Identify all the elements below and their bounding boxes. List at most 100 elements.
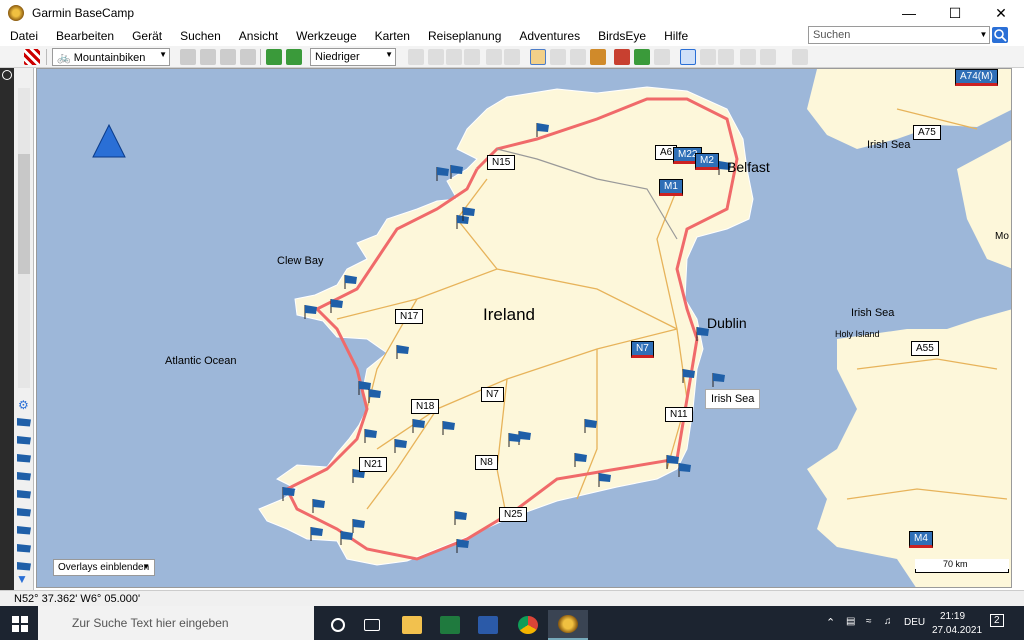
sidebar-waypoint-flag-icon[interactable] (17, 436, 31, 445)
windows-start-icon[interactable] (12, 616, 28, 632)
percent-view-icon[interactable] (718, 49, 734, 65)
rocket-icon[interactable] (792, 49, 808, 65)
label-mo: Mo (995, 231, 1009, 242)
tray-date[interactable]: 27.04.2021 (932, 625, 982, 636)
send-to-device-icon[interactable] (286, 49, 302, 65)
sidebar-scroll-thumb[interactable] (18, 154, 30, 274)
menu-bearbeiten[interactable]: Bearbeiten (46, 29, 122, 43)
activity-profile-select[interactable]: 🚲 Mountainbiken ▼ (52, 48, 170, 66)
insert-point-icon[interactable] (654, 49, 670, 65)
library-sidebar: ⚙ ▼ (14, 68, 34, 592)
tray-network-icon[interactable]: ▤ (846, 616, 855, 627)
sidebar-waypoint-flag-icon[interactable] (17, 490, 31, 499)
sidebar-waypoint-flag-icon[interactable] (17, 544, 31, 553)
road-shield-n15: N15 (487, 155, 516, 170)
hand-tool-icon[interactable] (530, 49, 546, 65)
menu-hilfe[interactable]: Hilfe (654, 29, 696, 43)
overlays-toggle-select[interactable]: Overlays einblenden ▼ (53, 559, 155, 576)
word-icon[interactable] (468, 610, 508, 640)
search-icon[interactable] (992, 27, 1008, 43)
minimize-button[interactable]: — (886, 0, 932, 26)
tray-time[interactable]: 21:19 (940, 611, 965, 622)
road-shield-n18: N18 (411, 399, 440, 414)
delete-icon[interactable] (464, 49, 480, 65)
sidebar-waypoint-flag-icon[interactable] (17, 526, 31, 535)
map-view-icon[interactable] (680, 49, 696, 65)
tray-wifi-icon[interactable]: ≈ (866, 616, 872, 627)
menu-werkzeuge[interactable]: Werkzeuge (286, 29, 364, 43)
road-shield-m2: M2 (695, 153, 719, 170)
waypoint-tool-icon[interactable] (180, 49, 196, 65)
3d-view-icon[interactable] (700, 49, 716, 65)
separator (46, 49, 47, 65)
menu-adventures[interactable]: Adventures (509, 29, 588, 43)
label-dublin: Dublin (707, 315, 747, 331)
road-shield-n21: N21 (359, 457, 388, 472)
map-scale: 70 km (915, 559, 1009, 573)
select-tool-icon[interactable] (570, 49, 586, 65)
taskbar-search-input[interactable]: Zur Suche Text hier eingeben (38, 606, 314, 640)
scale-label: 70 km (943, 559, 968, 569)
zoom-tool-icon[interactable] (550, 49, 566, 65)
menu-geraet[interactable]: Gerät (122, 29, 170, 43)
road-shield-n8: N8 (475, 455, 498, 470)
area-tool-icon[interactable] (200, 49, 216, 65)
tray-volume-icon[interactable]: ♫ (884, 616, 892, 627)
menu-birdseye[interactable]: BirdsEye (588, 29, 654, 43)
receive-from-device-icon[interactable] (266, 49, 282, 65)
ruler-tool-icon[interactable] (590, 49, 606, 65)
menu-reiseplanung[interactable]: Reiseplanung (418, 29, 509, 43)
grid-view-icon[interactable] (740, 49, 756, 65)
tray-chevron-icon[interactable]: ⌃ (826, 616, 835, 629)
notification-icon[interactable]: 2 (990, 614, 1004, 627)
overlays-label: Overlays einblenden (58, 562, 150, 573)
sidebar-waypoint-flag-icon[interactable] (17, 562, 31, 571)
label-ireland: Ireland (483, 305, 535, 324)
join-track-icon[interactable] (634, 49, 650, 65)
road-shield-a75: A75 (913, 125, 941, 140)
divide-track-icon[interactable] (614, 49, 630, 65)
excel-icon[interactable] (430, 610, 470, 640)
search-input[interactable]: Suchen (808, 26, 990, 44)
notification-count: 2 (994, 615, 1000, 626)
close-button[interactable]: ✕ (978, 0, 1024, 26)
layers-icon[interactable] (760, 49, 776, 65)
map-detail-select[interactable]: Niedriger ▼ (310, 48, 396, 66)
filter-icon[interactable]: ▼ (16, 572, 32, 586)
sidebar-waypoint-flag-icon[interactable] (17, 472, 31, 481)
chevron-down-icon: ▼ (385, 50, 393, 59)
refresh-icon[interactable] (2, 70, 12, 80)
no-overlay-icon[interactable] (24, 49, 40, 65)
menu-suchen[interactable]: Suchen (170, 29, 229, 43)
basecamp-taskbar-icon[interactable] (548, 610, 588, 640)
cut-icon[interactable] (408, 49, 424, 65)
route-tool-icon[interactable] (240, 49, 256, 65)
label-holy-island: Holy Island (835, 329, 880, 339)
chevron-down-icon: ▼ (159, 50, 167, 59)
search-dropdown-icon[interactable]: ▼ (978, 27, 989, 43)
map-callout[interactable]: Irish Sea (705, 389, 761, 409)
settings-gear-icon[interactable]: ⚙ (18, 398, 30, 412)
sidebar-waypoint-flag-icon[interactable] (17, 454, 31, 463)
label-clew-bay: Clew Bay (277, 255, 324, 267)
road-shield-n25: N25 (499, 507, 528, 522)
activity-profile-value: Mountainbiken (73, 52, 146, 64)
sidebar-waypoint-flag-icon[interactable] (17, 508, 31, 517)
menu-datei[interactable]: Datei (0, 29, 46, 43)
menu-karten[interactable]: Karten (365, 29, 418, 43)
measure-tool-icon[interactable] (220, 49, 236, 65)
sidebar-waypoint-flag-icon[interactable] (17, 418, 31, 427)
tray-language[interactable]: DEU (904, 617, 925, 628)
road-shield-m4: M4 (909, 531, 933, 548)
menu-ansicht[interactable]: Ansicht (229, 29, 286, 43)
redo-icon[interactable] (504, 49, 520, 65)
map-view[interactable]: Ireland Atlantic Ocean Clew Bay Belfast … (36, 68, 1012, 588)
file-explorer-icon[interactable] (392, 610, 432, 640)
task-view-icon[interactable] (352, 610, 392, 640)
cursor-coordinates: N52° 37.362' W6° 05.000' (14, 593, 141, 605)
chrome-icon[interactable] (508, 610, 548, 640)
undo-icon[interactable] (486, 49, 502, 65)
paste-icon[interactable] (446, 49, 462, 65)
maximize-button[interactable]: ☐ (932, 0, 978, 26)
copy-icon[interactable] (428, 49, 444, 65)
